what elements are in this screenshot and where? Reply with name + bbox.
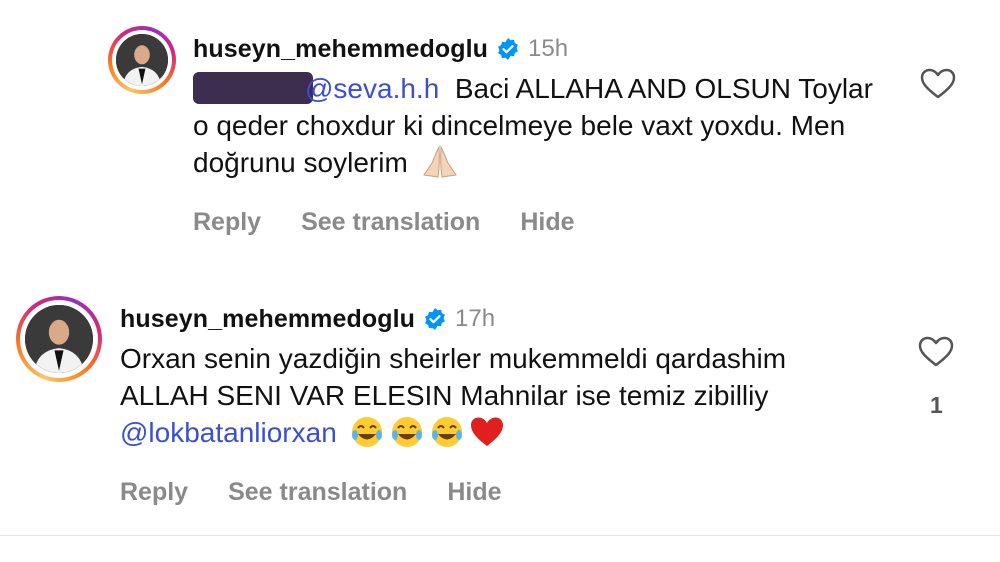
avatar-photo: [25, 305, 93, 373]
reply-button[interactable]: Reply: [193, 208, 261, 237]
avatar[interactable]: [16, 296, 102, 382]
comment-1: huseyn_mehemmedoglu 15h @seva.h.h Baci A…: [108, 26, 998, 246]
tears-of-joy-emoji: [349, 415, 385, 458]
hide-button[interactable]: Hide: [520, 208, 574, 237]
see-translation-button[interactable]: See translation: [228, 478, 407, 507]
timestamp: 17h: [455, 305, 496, 332]
hide-button[interactable]: Hide: [447, 478, 501, 507]
see-translation-button[interactable]: See translation: [301, 208, 480, 237]
verified-badge-icon: [496, 37, 520, 61]
comment-text: Orxan senin yazdiğin sheirler mukemmeldi…: [120, 340, 880, 458]
like-count[interactable]: 1: [930, 392, 943, 419]
heart-outline-icon[interactable]: [920, 68, 956, 105]
mention-link[interactable]: @seva.h.h: [193, 72, 439, 104]
timestamp: 15h: [528, 35, 569, 62]
folded-hands-emoji: [420, 145, 460, 188]
comment-text: @seva.h.h Baci ALLAHA AND OLSUN Toylar o…: [193, 70, 883, 188]
comment-body: Orxan senin yazdiğin sheirler mukemmeldi…: [120, 343, 787, 411]
comment-2: huseyn_mehemmedoglu 17h Orxan senin yazd…: [16, 296, 996, 516]
tears-of-joy-emoji: [429, 415, 465, 458]
username[interactable]: huseyn_mehemmedoglu: [120, 305, 415, 334]
redaction-mark: [193, 72, 313, 104]
avatar-photo: [116, 34, 168, 86]
mention-link[interactable]: @lokbatanliorxan: [120, 417, 337, 448]
divider: [0, 535, 1000, 536]
username[interactable]: huseyn_mehemmedoglu: [193, 35, 488, 64]
avatar[interactable]: [108, 26, 176, 94]
heart-outline-icon[interactable]: [918, 336, 954, 373]
reply-button[interactable]: Reply: [120, 478, 188, 507]
verified-badge-icon: [423, 307, 447, 331]
red-heart-emoji: [469, 415, 505, 458]
tears-of-joy-emoji: [389, 415, 425, 458]
